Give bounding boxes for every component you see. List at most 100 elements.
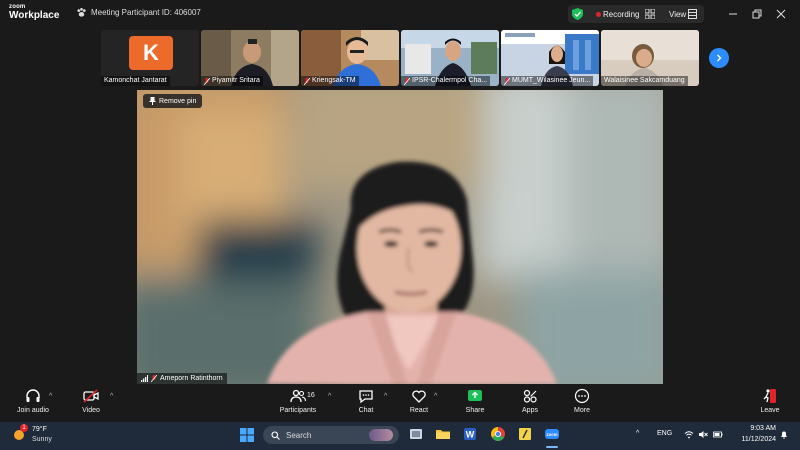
participant-name: Kriengsak-TM: [301, 76, 359, 86]
mic-muted-icon: [404, 77, 410, 85]
meeting-info[interactable]: Meeting Participant ID: 406007: [76, 7, 201, 18]
speaker-name: Ameporn Ratinthorn: [160, 375, 223, 382]
wifi-icon[interactable]: [684, 430, 694, 439]
participant-name: Piyamitr Sritara: [201, 76, 263, 86]
video-button[interactable]: Video: [61, 388, 121, 414]
pin-icon: [149, 97, 156, 105]
apps-icon: [523, 389, 537, 403]
chrome-icon[interactable]: [490, 426, 506, 442]
chat-button[interactable]: Chat: [336, 388, 396, 414]
search-placeholder: Search: [286, 430, 312, 440]
share-label: Share: [465, 407, 485, 414]
participant-tile[interactable]: MUMT_Wilasinee Jeun...: [501, 30, 599, 86]
svg-text:zoom: zoom: [547, 432, 558, 437]
notification-bell-icon[interactable]: [779, 430, 789, 439]
search-highlight-image: [369, 429, 393, 441]
chat-options-caret[interactable]: ^: [384, 393, 387, 400]
clock-date[interactable]: 11/12/2024: [732, 436, 776, 443]
share-button[interactable]: Share: [445, 388, 505, 414]
leave-icon: [763, 389, 776, 403]
react-label: React: [409, 407, 429, 414]
share-screen-icon: [468, 390, 482, 401]
video-off-icon: [83, 389, 99, 403]
recording-dot-icon: [596, 12, 601, 17]
remove-pin-button[interactable]: Remove pin: [143, 94, 203, 108]
weather-temperature[interactable]: 79°F: [32, 426, 47, 433]
participants-button[interactable]: Participants: [268, 388, 328, 414]
minimize-icon[interactable]: [725, 6, 741, 22]
view-button[interactable]: View: [669, 10, 686, 19]
participant-tile[interactable]: Kriengsak-TM: [301, 30, 399, 86]
join-audio-button[interactable]: Join audio: [3, 388, 63, 414]
remove-pin-label: Remove pin: [159, 97, 197, 105]
task-view-icon[interactable]: [408, 426, 424, 442]
join-audio-label: Join audio: [17, 407, 49, 414]
close-icon[interactable]: [773, 6, 789, 22]
file-explorer-icon[interactable]: [435, 426, 451, 442]
video-label: Video: [82, 407, 100, 414]
participant-name: MUMT_Wilasinee Jeun...: [501, 76, 594, 86]
participants-count: 16: [307, 392, 315, 399]
participant-tile[interactable]: Walaisinee Sakcamduang: [601, 30, 699, 86]
clock-time[interactable]: 9:03 AM: [732, 425, 776, 432]
chevron-right-icon: [717, 54, 722, 62]
language-indicator[interactable]: ENG: [657, 430, 672, 437]
svg-text:W: W: [466, 430, 475, 440]
mic-muted-icon: [151, 375, 157, 382]
mic-muted-icon: [304, 77, 310, 85]
weather-alert-badge: 1: [20, 424, 28, 432]
audio-options-caret[interactable]: ^: [49, 393, 52, 400]
windows-start-icon[interactable]: [240, 428, 254, 442]
word-icon[interactable]: W: [462, 426, 478, 442]
sticky-notes-icon[interactable]: [517, 426, 533, 442]
participant-name: Kamonchat Jantarat: [101, 76, 170, 86]
search-icon: [271, 430, 280, 440]
view-list-icon[interactable]: [688, 9, 697, 19]
participants-icon: [290, 389, 306, 403]
gallery-grid-icon[interactable]: [645, 9, 655, 19]
heart-icon: [412, 390, 426, 403]
meeting-id-label: Meeting Participant ID: 406007: [91, 8, 201, 17]
participant-name: IPSR-Chalermpol Cha...: [401, 76, 491, 86]
leave-button[interactable]: Leave: [740, 388, 800, 414]
zoom-app-icon[interactable]: zoom: [544, 426, 560, 442]
more-dots-icon: [574, 388, 590, 404]
participant-tile[interactable]: Piyamitr Sritara: [201, 30, 299, 86]
brand-big-text: Workplace: [9, 10, 60, 21]
main-speaker-video[interactable]: [137, 90, 663, 384]
avatar: K: [129, 36, 173, 70]
leave-label: Leave: [760, 407, 780, 414]
participant-tile[interactable]: K Kamonchat Jantarat: [101, 30, 199, 86]
participant-tile[interactable]: IPSR-Chalermpol Cha...: [401, 30, 499, 86]
headphones-icon: [26, 389, 40, 402]
chat-icon: [359, 390, 373, 404]
react-button[interactable]: React: [389, 388, 449, 414]
shield-check-icon[interactable]: [572, 8, 583, 20]
mic-muted-icon: [204, 77, 210, 85]
video-options-caret[interactable]: ^: [110, 393, 113, 400]
speaker-muted-icon[interactable]: [698, 430, 708, 439]
apps-button[interactable]: Apps: [500, 388, 560, 414]
participants-options-caret[interactable]: ^: [328, 393, 331, 400]
speaker-video-frame: [137, 90, 663, 384]
zoom-workplace-logo: zoom Workplace: [9, 4, 59, 21]
participant-name: Walaisinee Sakcamduang: [601, 76, 688, 86]
recording-label[interactable]: Recording: [603, 10, 639, 19]
zoom-meeting-window: zoom Workplace Meeting Participant ID: 4…: [0, 0, 800, 450]
restore-icon[interactable]: [749, 6, 765, 22]
participants-label: Participants: [279, 407, 317, 414]
more-button[interactable]: More: [552, 388, 612, 414]
paw-icon: [77, 8, 86, 17]
weather-description[interactable]: Sunny: [32, 436, 52, 443]
more-label: More: [574, 407, 590, 414]
next-page-button[interactable]: [709, 48, 729, 68]
mic-muted-icon: [504, 77, 510, 85]
react-options-caret[interactable]: ^: [434, 393, 437, 400]
speaker-name-tag: Ameporn Ratinthorn: [137, 373, 227, 384]
chat-label: Chat: [358, 407, 374, 414]
show-hidden-icons[interactable]: ^: [636, 430, 639, 437]
signal-strength-icon: [141, 375, 148, 382]
apps-label: Apps: [522, 407, 538, 414]
battery-icon[interactable]: [713, 430, 723, 439]
active-app-indicator: [546, 446, 558, 448]
